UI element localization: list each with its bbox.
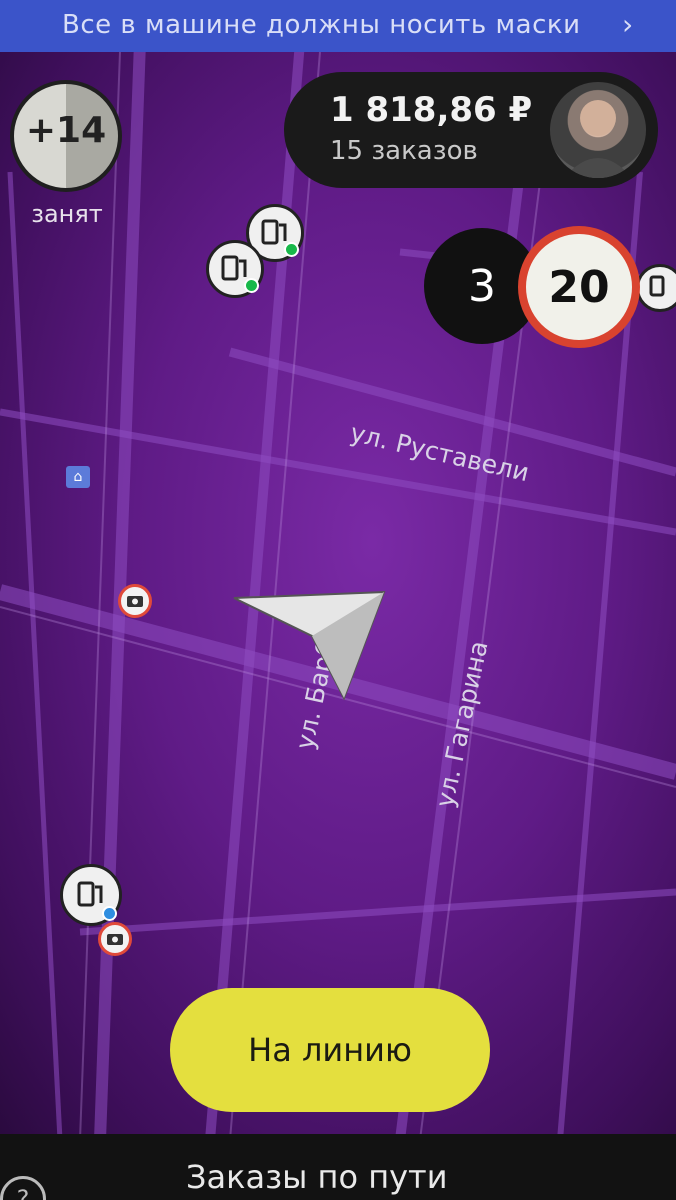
avatar[interactable] [550, 82, 646, 178]
driver-status: занят [31, 200, 103, 228]
bonus-counter[interactable]: +14 [10, 80, 122, 192]
bottom-sheet-title: Заказы по пути [186, 1158, 448, 1196]
earnings-panel[interactable]: 1 818,86 ₽ 15 заказов [284, 72, 658, 188]
status-dot [244, 278, 259, 293]
navigation-arrow-icon [233, 590, 386, 701]
gas-station-icon[interactable] [636, 264, 676, 312]
earnings-amount: 1 818,86 ₽ [330, 90, 533, 130]
bottom-sheet[interactable]: Заказы по пути [0, 1134, 676, 1200]
speed-limit-sign: 20 [518, 226, 640, 348]
orders-count: 15 заказов [330, 136, 478, 166]
gas-station-icon[interactable] [206, 240, 264, 298]
announcement-banner[interactable]: Все в машине должны носить маски › [0, 0, 676, 52]
gas-station-icon[interactable] [60, 864, 122, 926]
go-online-button[interactable]: На линию [170, 988, 490, 1112]
banner-text: Все в машине должны носить маски [62, 10, 581, 40]
app-screen: ул. Руставели ул. Гагарина ул. Барб ⌂ Вс… [0, 0, 676, 1200]
status-dot [102, 906, 117, 921]
camera-icon[interactable] [118, 584, 152, 618]
camera-icon[interactable] [98, 922, 132, 956]
speed-indicator: 3 20 [424, 226, 640, 348]
status-dot [284, 242, 299, 257]
bonus-value: +14 [25, 110, 107, 151]
chevron-right-icon[interactable]: › [622, 8, 633, 41]
building-icon[interactable]: ⌂ [66, 466, 90, 488]
